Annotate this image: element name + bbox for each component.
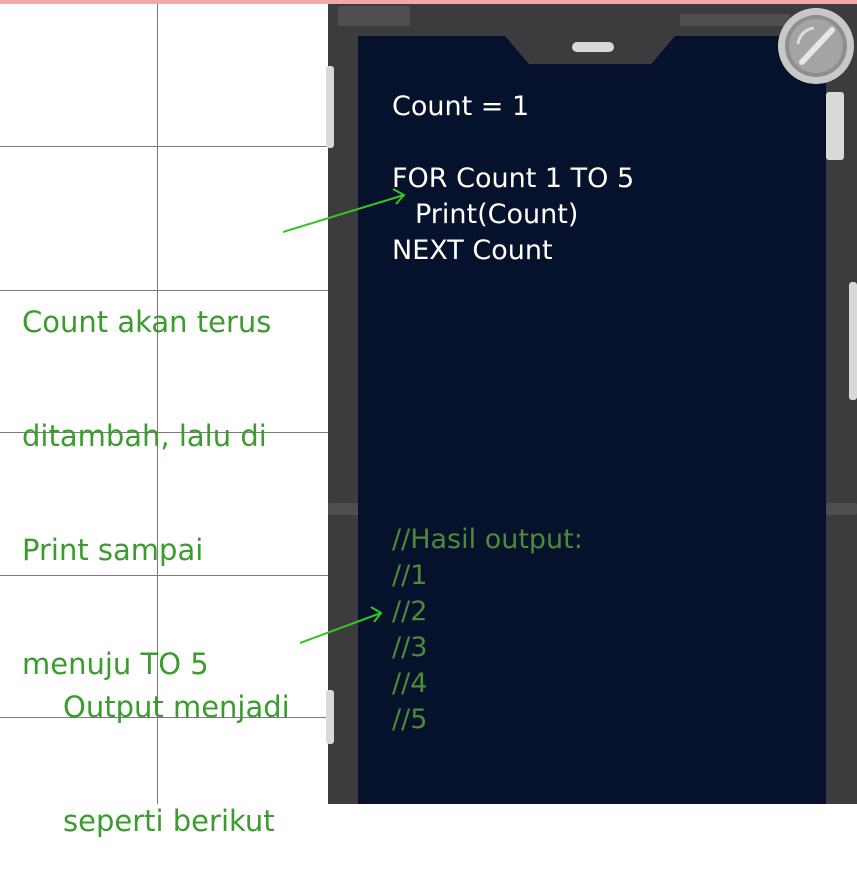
- phone-side-button-left: [326, 66, 334, 148]
- frame-bar-top-right: [680, 14, 790, 26]
- annotation-line: Count akan terus: [22, 305, 272, 339]
- output-comment-line: //2: [392, 596, 428, 627]
- output-comment-header: //Hasil output:: [392, 524, 583, 555]
- frame-bar-left: [328, 503, 360, 515]
- grid-line-horizontal: [0, 146, 328, 147]
- output-comment-line: //4: [392, 668, 428, 699]
- annotation-output-note: Output menjadi seperti berikut: [63, 612, 290, 878]
- code-line-print: Print(Count): [415, 199, 579, 230]
- output-comment-line: //5: [392, 704, 428, 735]
- annotation-line: Output menjadi: [63, 690, 290, 724]
- output-comment-line: //3: [392, 632, 428, 663]
- speaker-grille-icon: [572, 42, 614, 52]
- annotation-line: seperti berikut: [63, 804, 275, 838]
- code-line-assign: Count = 1: [392, 91, 530, 122]
- code-line-next: NEXT Count: [392, 235, 553, 266]
- frame-bar-top-left: [338, 6, 410, 26]
- phone-side-button-left: [326, 690, 334, 744]
- camera-lens-icon: [776, 6, 856, 86]
- annotation-line: Print sampai: [22, 533, 204, 567]
- frame-bar-right: [826, 503, 857, 515]
- phone-side-button-right: [826, 92, 844, 160]
- phone-side-button-right: [849, 282, 857, 400]
- output-comment-line: //1: [392, 560, 428, 591]
- phone-screen: [358, 36, 826, 804]
- code-line-for: FOR Count 1 TO 5: [392, 163, 635, 194]
- annotation-line: ditambah, lalu di: [22, 419, 267, 453]
